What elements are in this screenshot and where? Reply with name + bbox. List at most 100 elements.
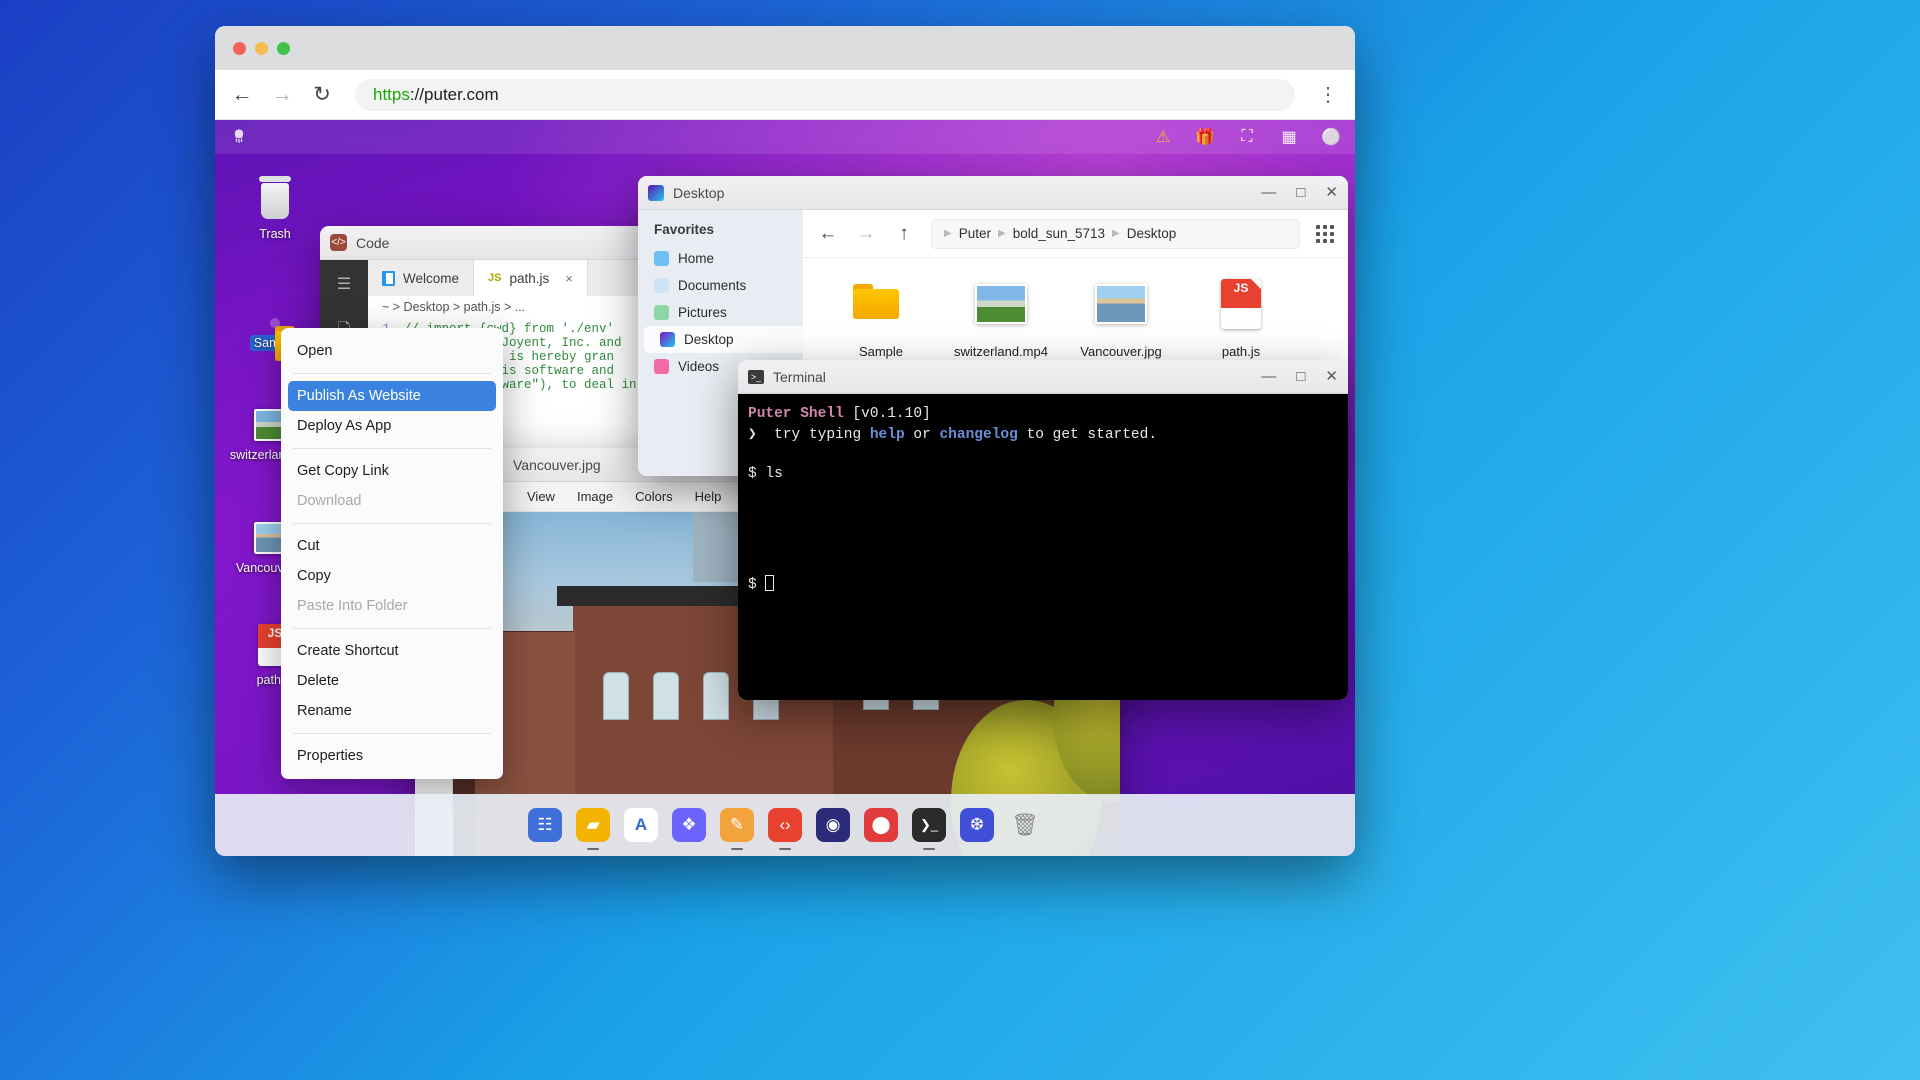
shell-version: [v0.1.10] (844, 406, 931, 422)
hint-pre: try typing (757, 427, 870, 443)
reload-icon[interactable]: ↻ (309, 82, 335, 108)
explorer-window-controls: — □ ✕ (1261, 185, 1338, 200)
close-icon[interactable]: ✕ (1325, 369, 1338, 384)
back-arrow-icon[interactable]: ← (229, 82, 255, 108)
browser-window: ← → ↻ https://puter.com ⋮ ⚠ 🎁 ⛶ ▦ ⚪ Tras (215, 26, 1355, 856)
puter-logo-icon[interactable] (229, 127, 249, 147)
tab-pathjs[interactable]: JS path.js × (474, 260, 588, 296)
url-rest: ://puter.com (410, 85, 499, 105)
breadcrumb[interactable]: ▶ Puter ▶ bold_sun_5713 ▶ Desktop (931, 219, 1300, 249)
breadcrumb-item-user[interactable]: bold_sun_5713 (1013, 226, 1105, 241)
file-item-pathjs[interactable]: JS path.js (1181, 274, 1301, 359)
menu-separator (293, 733, 491, 734)
sidebar-item-pictures[interactable]: Pictures (638, 299, 803, 326)
warning-icon[interactable]: ⚠ (1153, 127, 1173, 147)
sidebar-item-desktop[interactable]: Desktop (644, 326, 803, 353)
terminal-line-command: $ ls (738, 464, 1348, 485)
menu-help[interactable]: Help (695, 489, 722, 504)
file-item-vancouver[interactable]: Vancouver.jpg (1061, 274, 1181, 359)
close-traffic-light[interactable] (233, 42, 246, 55)
menu-item-download: Download (281, 486, 503, 516)
close-icon[interactable]: ✕ (1325, 185, 1338, 200)
menu-item-get-copy-link[interactable]: Get Copy Link (281, 456, 503, 486)
up-arrow-icon[interactable]: ↑ (893, 223, 915, 245)
menu-icon[interactable]: ☰ (337, 274, 351, 294)
hint-help-keyword: help (870, 427, 905, 443)
fullscreen-icon[interactable]: ⛶ (1237, 127, 1257, 147)
minimize-icon[interactable]: — (1261, 185, 1276, 200)
file-item-switzerland[interactable]: switzerland.mp4 (941, 274, 1061, 359)
menu-item-delete[interactable]: Delete (281, 666, 503, 696)
terminal-output[interactable]: Puter Shell [v0.1.10] ❯ try typing help … (738, 394, 1348, 700)
browser-titlebar (215, 26, 1355, 70)
menu-image[interactable]: Image (577, 489, 613, 504)
recorder-app-icon[interactable]: ⬤ (864, 808, 898, 842)
editor-app-icon[interactable]: A (624, 808, 658, 842)
sidebar-item-label: Documents (678, 278, 746, 293)
app-launcher-icon[interactable]: ☷ (528, 808, 562, 842)
menu-separator (293, 448, 491, 449)
hint-mid: or (905, 427, 940, 443)
maximize-icon[interactable]: □ (1296, 369, 1305, 384)
terminal-titlebar[interactable]: >_ Terminal — □ ✕ (738, 360, 1348, 394)
qr-icon[interactable]: ▦ (1279, 127, 1299, 147)
desktop-icon-trash[interactable]: Trash (229, 164, 321, 241)
menu-colors[interactable]: Colors (635, 489, 673, 504)
menu-item-deploy-as-app[interactable]: Deploy As App (281, 411, 503, 441)
breadcrumb-sep: ▶ (1112, 228, 1120, 239)
dock-glyph: ▰ (586, 815, 599, 835)
code-app-icon: </> (330, 234, 347, 251)
kebab-menu-icon[interactable]: ⋮ (1315, 82, 1341, 107)
breadcrumb-item-puter[interactable]: Puter (959, 226, 991, 241)
terminal-app-icon[interactable]: ❯_ (912, 808, 946, 842)
puter-app-icon[interactable]: ❆ (960, 808, 994, 842)
terminal-line-hint: ❯ try typing help or changelog to get st… (738, 425, 1348, 446)
browser-toolbar: ← → ↻ https://puter.com ⋮ (215, 70, 1355, 120)
sidebar-item-home[interactable]: Home (638, 245, 803, 272)
explorer-titlebar[interactable]: Desktop — □ ✕ (638, 176, 1348, 210)
forward-arrow-icon[interactable]: → (855, 223, 877, 245)
maximize-traffic-light[interactable] (277, 42, 290, 55)
menu-item-open[interactable]: Open (281, 336, 503, 366)
close-icon[interactable]: × (565, 271, 573, 286)
files-app-icon[interactable]: ▰ (576, 808, 610, 842)
maximize-icon[interactable]: □ (1296, 185, 1305, 200)
dock: ☷ ▰ A ❖ ✎ ‹› ◉ ⬤ ❯_ ❆ 🗑 (215, 794, 1355, 856)
sidebar-group-label: Favorites (638, 222, 803, 245)
dock-glyph: ❖ (681, 815, 696, 835)
menu-item-rename[interactable]: Rename (281, 696, 503, 726)
minimize-icon[interactable]: — (1261, 369, 1276, 384)
sidebar-item-label: Videos (678, 359, 719, 374)
menu-separator (293, 523, 491, 524)
cubes-app-icon[interactable]: ❖ (672, 808, 706, 842)
explorer-toolbar: ← → ↑ ▶ Puter ▶ bold_sun_5713 ▶ Desktop (803, 210, 1348, 258)
sidebar-item-documents[interactable]: Documents (638, 272, 803, 299)
paint-app-icon[interactable]: ✎ (720, 808, 754, 842)
terminal-line-banner: Puter Shell [v0.1.10] (738, 404, 1348, 425)
breadcrumb-item-desktop[interactable]: Desktop (1127, 226, 1177, 241)
menu-item-publish-as-website[interactable]: Publish As Website (288, 381, 496, 411)
url-bar[interactable]: https://puter.com (355, 79, 1295, 111)
menu-item-properties[interactable]: Properties (281, 741, 503, 771)
view-grid-icon[interactable] (1316, 225, 1334, 243)
gift-icon[interactable]: 🎁 (1195, 127, 1215, 147)
tab-welcome[interactable]: Welcome (368, 260, 474, 296)
command-prompt: $ (748, 466, 757, 482)
file-item-sample[interactable]: Sample (821, 274, 941, 359)
trash-dock-icon[interactable]: 🗑 (1008, 808, 1042, 842)
code-app-icon[interactable]: ‹› (768, 808, 802, 842)
document-icon (382, 271, 395, 286)
dock-glyph: ☷ (537, 815, 552, 835)
sidebar-item-label: Home (678, 251, 714, 266)
minimize-traffic-light[interactable] (255, 42, 268, 55)
camera-app-icon[interactable]: ◉ (816, 808, 850, 842)
menu-view[interactable]: View (527, 489, 555, 504)
file-label: path.js (1181, 344, 1301, 359)
forward-arrow-icon[interactable]: → (269, 82, 295, 108)
context-menu: Open Publish As Website Deploy As App Ge… (281, 328, 503, 779)
back-arrow-icon[interactable]: ← (817, 223, 839, 245)
account-icon[interactable]: ⚪ (1321, 127, 1341, 147)
menu-item-create-shortcut[interactable]: Create Shortcut (281, 636, 503, 666)
menu-item-cut[interactable]: Cut (281, 531, 503, 561)
menu-item-copy[interactable]: Copy (281, 561, 503, 591)
